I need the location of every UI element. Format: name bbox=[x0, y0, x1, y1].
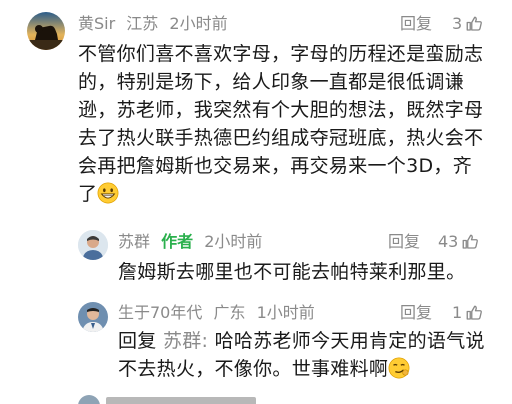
comment-meta: 生于70年代 广东 1小时前 bbox=[118, 303, 321, 323]
username[interactable]: 苏群 bbox=[118, 232, 150, 251]
timestamp: 2小时前 bbox=[204, 232, 263, 251]
like-count: 43 bbox=[438, 232, 459, 251]
avatar[interactable] bbox=[27, 12, 65, 50]
avatar[interactable] bbox=[78, 302, 108, 332]
comment-body: 詹姆斯去哪里也不可能去帕特莱利那里。 bbox=[118, 258, 508, 286]
reply-target[interactable]: 苏群: bbox=[163, 330, 208, 352]
comment-line-text: 了 bbox=[78, 183, 98, 205]
comment-meta: 苏群 作者 2小时前 bbox=[118, 232, 268, 252]
next-comment-partial bbox=[78, 395, 298, 404]
comment-line: 回复 苏群: 哈哈苏老师今天用肯定的语气说 bbox=[118, 327, 508, 355]
avatar[interactable] bbox=[78, 230, 108, 260]
thumbs-up-icon bbox=[466, 305, 483, 320]
comment-line: 不管你们喜不喜欢字母，字母的历程还是蛮励志 bbox=[78, 43, 484, 65]
location: 广东 bbox=[213, 303, 246, 322]
comment-line-text: 哈哈苏老师今天用肯定的语气说 bbox=[214, 330, 485, 352]
like-count: 3 bbox=[452, 14, 463, 33]
reply-button[interactable]: 回复 bbox=[400, 303, 432, 323]
thumbs-up-icon bbox=[466, 16, 483, 31]
username[interactable]: 黄Sir bbox=[78, 14, 115, 33]
comment-body: 回复 苏群: 哈哈苏老师今天用肯定的语气说 不去热火，不像你。世事难料啊 bbox=[118, 327, 508, 383]
comment-line: 逊，苏老师，我突然有个大胆的想法，既然字母 bbox=[78, 99, 484, 121]
comment-line: 詹姆斯去哪里也不可能去帕特莱利那里。 bbox=[118, 261, 466, 283]
author-badge: 作者 bbox=[161, 232, 194, 251]
comment-body: 不管你们喜不喜欢字母，字母的历程还是蛮励志 的，特别是场下，给人印象一直都是很低… bbox=[78, 40, 508, 208]
comment-line: 去了热火联手热德巴约组成夺冠班底，热火会不 bbox=[78, 127, 484, 149]
comment-line-text: 不去热火，不像你。世事难料啊 bbox=[118, 358, 389, 380]
smirking-emoji-icon bbox=[388, 357, 410, 379]
thumbs-up-icon bbox=[462, 234, 479, 249]
location: 江苏 bbox=[126, 14, 159, 33]
reply-prefix: 回复 bbox=[118, 330, 157, 352]
reply-button[interactable]: 回复 bbox=[400, 14, 432, 34]
like-count: 1 bbox=[452, 303, 463, 322]
like-button[interactable]: 3 bbox=[452, 14, 483, 34]
username[interactable]: 生于70年代 bbox=[118, 303, 202, 322]
comment-thread: 黄Sir 江苏 2小时前 回复 3 不管你们喜不喜欢字母，字母的历程还是蛮励志 … bbox=[0, 0, 512, 404]
timestamp: 2小时前 bbox=[169, 14, 228, 33]
like-button[interactable]: 43 bbox=[438, 232, 479, 252]
comment-line: 的，特别是场下，给人印象一直都是很低调谦 bbox=[78, 71, 465, 93]
comment-meta: 黄Sir 江苏 2小时前 bbox=[78, 14, 234, 34]
reply-button[interactable]: 回复 bbox=[388, 232, 420, 252]
comment-line: 会再把詹姆斯也交易来，再交易来一个3D，齐 bbox=[78, 155, 473, 177]
timestamp: 1小时前 bbox=[256, 303, 315, 322]
comment-line-last: 了 bbox=[78, 180, 508, 208]
grinning-emoji-icon bbox=[97, 182, 119, 204]
comment-line-last: 不去热火，不像你。世事难料啊 bbox=[118, 355, 508, 383]
like-button[interactable]: 1 bbox=[452, 303, 483, 323]
